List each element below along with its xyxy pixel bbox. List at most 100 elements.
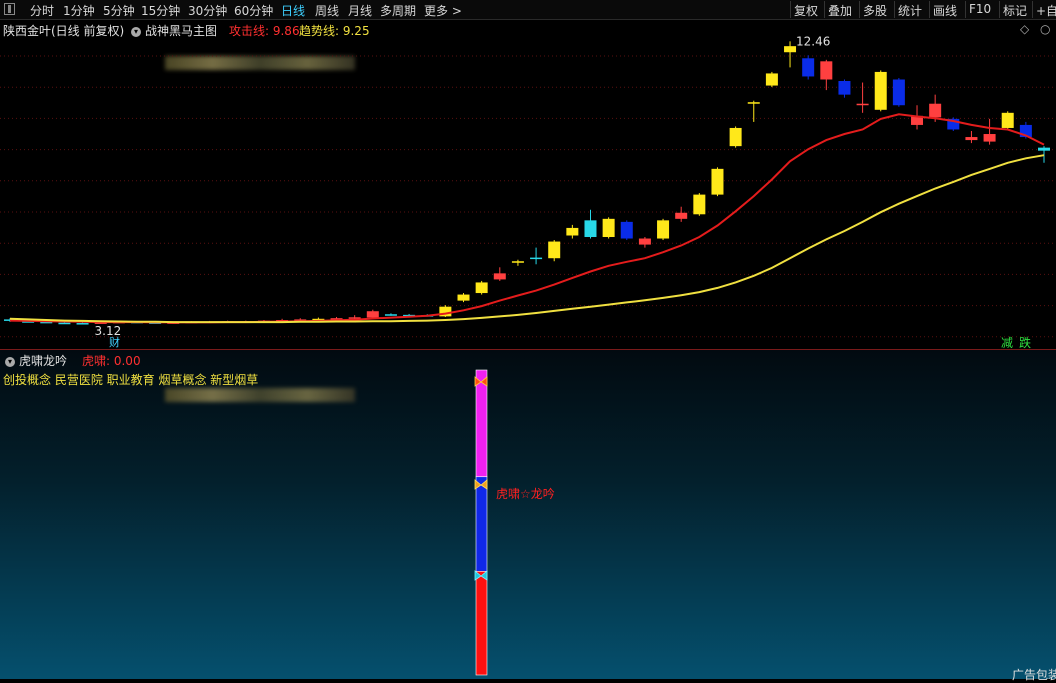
toolbar-separator bbox=[929, 1, 930, 18]
toolbar-button[interactable]: 统计 bbox=[898, 2, 922, 19]
toolbar-separator bbox=[894, 1, 895, 18]
candle-body bbox=[548, 241, 561, 259]
toolbar-button[interactable]: F10 bbox=[969, 2, 991, 16]
candle bbox=[439, 305, 452, 317]
candle-body bbox=[765, 73, 778, 86]
candle bbox=[566, 224, 579, 239]
candle-body bbox=[511, 261, 524, 263]
candle bbox=[511, 259, 524, 266]
candle-body bbox=[983, 134, 996, 142]
trend-line bbox=[9, 154, 1045, 324]
candle bbox=[802, 55, 815, 80]
candle-body bbox=[1038, 147, 1050, 151]
candle-body bbox=[856, 103, 869, 106]
candle bbox=[729, 126, 742, 148]
cai-marker: 财 bbox=[109, 336, 120, 349]
candle bbox=[530, 247, 543, 265]
candles bbox=[4, 41, 1050, 325]
candle-body bbox=[58, 322, 71, 325]
candle bbox=[475, 280, 488, 295]
period-tab[interactable]: 60分钟 bbox=[234, 2, 273, 19]
candle bbox=[584, 209, 597, 239]
candle bbox=[1001, 111, 1014, 130]
bar-segment-red bbox=[475, 571, 488, 676]
candle bbox=[602, 217, 615, 239]
toolbar-separator bbox=[790, 1, 791, 18]
candle-body bbox=[929, 103, 942, 118]
candle-body bbox=[475, 282, 488, 294]
toolbar-button[interactable]: 多股 bbox=[863, 2, 887, 19]
candle-body bbox=[784, 46, 797, 53]
candle bbox=[1038, 146, 1050, 163]
candle bbox=[638, 237, 651, 248]
candle-body bbox=[457, 294, 470, 301]
candle bbox=[765, 71, 778, 88]
candle bbox=[693, 193, 706, 216]
toolbar-button[interactable]: 画线 bbox=[933, 2, 957, 19]
candle bbox=[548, 240, 561, 262]
candle-body bbox=[874, 71, 887, 110]
bar-label: 虎啸☆龙吟 bbox=[496, 487, 555, 501]
period-tab[interactable]: 月线 bbox=[348, 2, 372, 19]
candle-body bbox=[675, 212, 688, 219]
toolbar-separator bbox=[999, 1, 1000, 18]
candle bbox=[784, 41, 797, 68]
bar-segments bbox=[475, 369, 488, 676]
candle bbox=[493, 267, 506, 281]
candle-body bbox=[530, 257, 543, 260]
candle-body bbox=[602, 218, 615, 238]
high-price-label: 12.46 bbox=[796, 34, 830, 48]
toolbar-separator bbox=[1032, 1, 1033, 18]
candle bbox=[874, 70, 887, 112]
candle-body bbox=[620, 221, 633, 239]
candle-body bbox=[638, 238, 651, 245]
candle-body bbox=[729, 127, 742, 147]
toolbar-separator bbox=[824, 1, 825, 18]
candle bbox=[620, 220, 633, 241]
period-tab[interactable]: 周线 bbox=[315, 2, 339, 19]
candle bbox=[820, 59, 833, 91]
candle-body bbox=[584, 220, 597, 238]
period-tab[interactable]: 日线 bbox=[281, 2, 305, 19]
candle-body bbox=[76, 323, 89, 325]
toolbar-button[interactable]: 标记 bbox=[1003, 2, 1027, 19]
candle-body bbox=[965, 137, 978, 141]
bar-segment-magenta bbox=[475, 369, 488, 478]
toolbar-button[interactable]: +自 bbox=[1036, 2, 1056, 19]
candle-body bbox=[747, 102, 760, 104]
candle-body bbox=[566, 227, 579, 236]
candle bbox=[384, 313, 397, 316]
candle-body bbox=[820, 61, 833, 80]
candle bbox=[457, 293, 470, 303]
candle bbox=[856, 82, 869, 113]
candle bbox=[983, 118, 996, 145]
candle bbox=[747, 100, 760, 122]
sub-indicator-panel: ▾ 虎啸龙吟 虎啸: 0.00 创投概念 民营医院 职业教育 烟草概念 新型烟草 … bbox=[0, 349, 1056, 682]
candle-body bbox=[693, 194, 706, 215]
period-tab[interactable]: 多周期 bbox=[380, 2, 416, 19]
window-toggle-icon[interactable] bbox=[4, 3, 15, 15]
period-tab[interactable]: 1分钟 bbox=[63, 2, 95, 19]
ad-text: 广告包装 bbox=[1012, 668, 1056, 682]
period-tab[interactable]: 分时 bbox=[30, 2, 54, 19]
candle-body bbox=[892, 79, 905, 106]
candle-body bbox=[711, 168, 724, 195]
candlestick-chart: 12.46 3.12 bbox=[0, 34, 1056, 338]
period-tab[interactable]: 更多 > bbox=[424, 2, 462, 19]
candle bbox=[711, 167, 724, 197]
candle-body bbox=[1001, 112, 1014, 128]
candle bbox=[892, 77, 905, 107]
period-tab[interactable]: 15分钟 bbox=[141, 2, 180, 19]
bar-segment-blue bbox=[475, 476, 488, 572]
period-toolbar: 分时 1分钟 5分钟 15分钟 30分钟 60分钟 日线 周线 月线 多周期 更多 > 复权 叠加 多股… bbox=[0, 0, 1056, 20]
period-tab[interactable]: 5分钟 bbox=[103, 2, 135, 19]
candle-body bbox=[838, 81, 851, 95]
candle bbox=[366, 309, 379, 319]
candle-body bbox=[493, 273, 506, 280]
candle-body bbox=[384, 314, 397, 316]
candle-body bbox=[802, 58, 815, 77]
toolbar-button[interactable]: 复权 bbox=[794, 2, 818, 19]
period-tab[interactable]: 30分钟 bbox=[188, 2, 227, 19]
candle bbox=[675, 206, 688, 222]
toolbar-button[interactable]: 叠加 bbox=[828, 2, 852, 19]
